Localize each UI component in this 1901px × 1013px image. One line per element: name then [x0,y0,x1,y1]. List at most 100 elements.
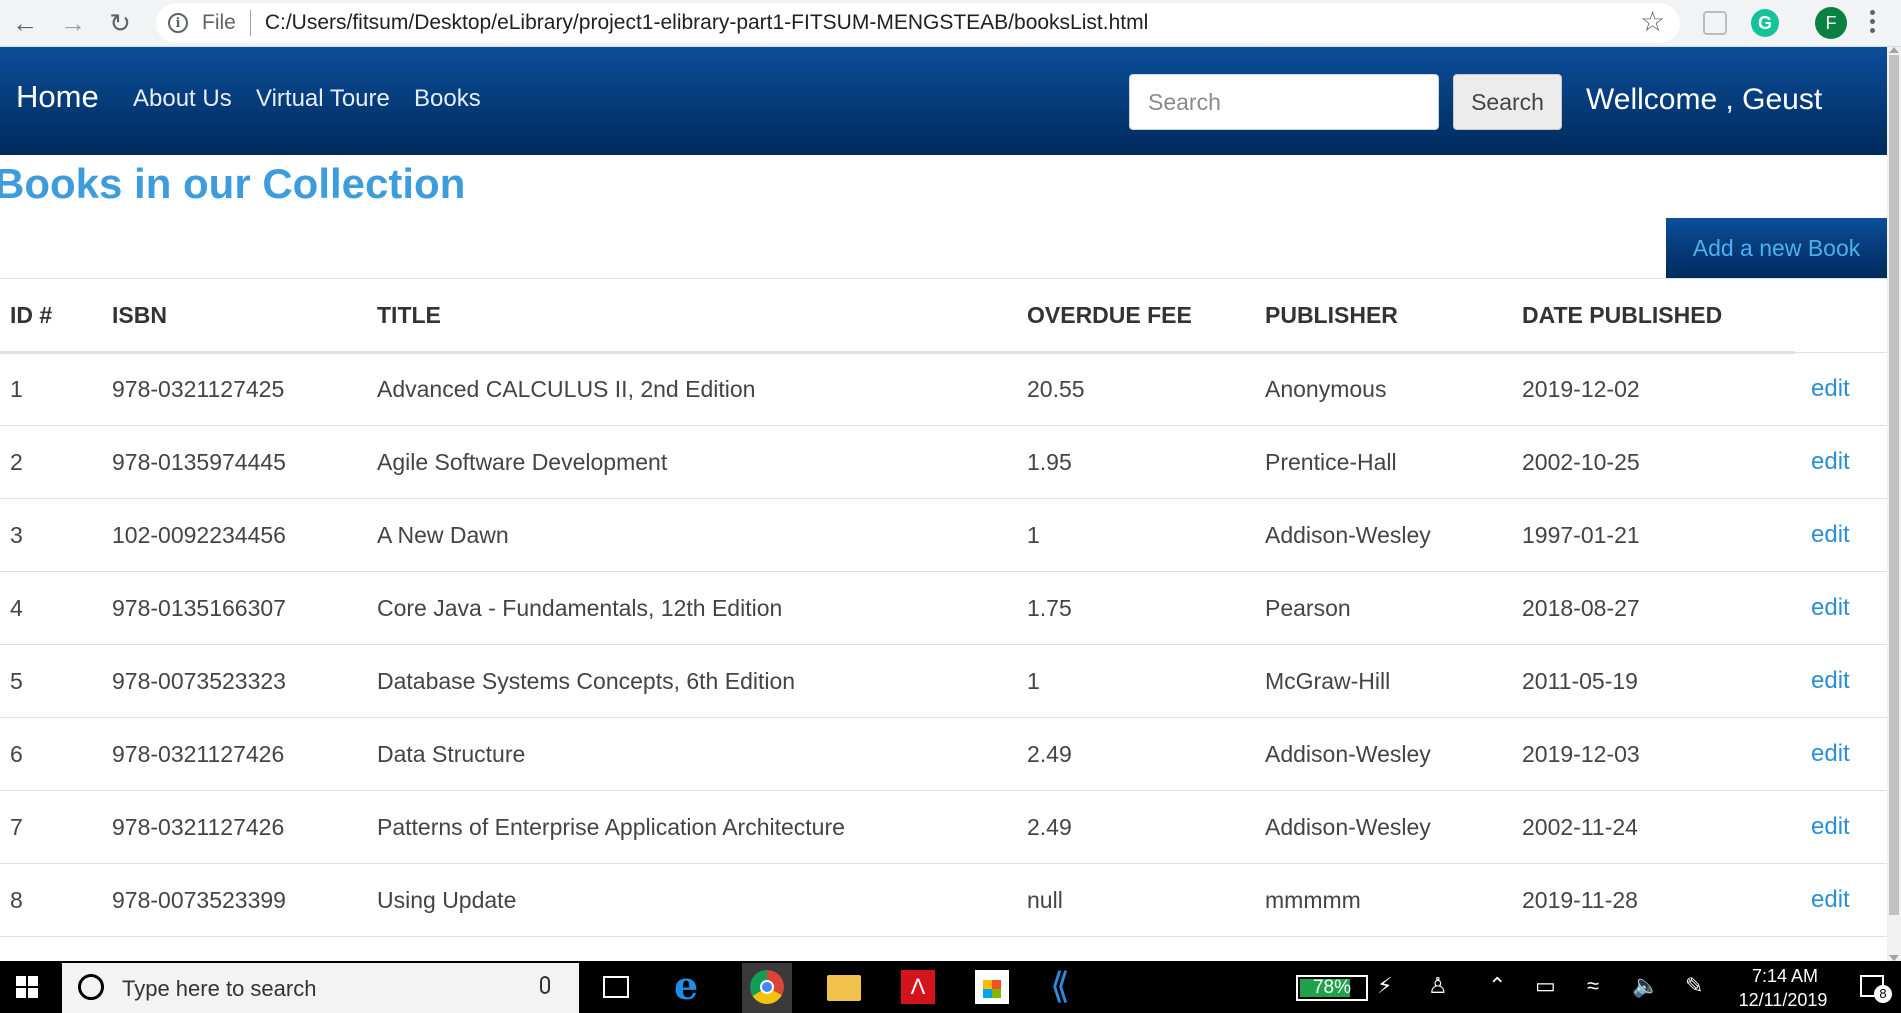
header-id: ID # [0,278,102,354]
nav-books-link[interactable]: Books [414,85,481,113]
info-icon[interactable]: i [168,13,188,33]
battery-tray-icon[interactable]: ▭ [1535,973,1556,999]
cell-publisher: Anonymous [1255,352,1512,426]
cell-isbn: 978-0135166307 [102,571,367,645]
browser-menu-icon[interactable] [1870,10,1876,33]
scheme-label: File [202,11,236,34]
header-overdue-fee: OVERDUE FEE [1017,278,1255,354]
edit-link[interactable]: edit [1811,813,1850,840]
cell-title: Core Java - Fundamentals, 12th Edition [367,571,1017,645]
scroll-up-arrow-icon[interactable] [1889,47,1899,53]
cell-id: 6 [0,717,102,791]
action-center-icon[interactable]: 8 [1860,975,1892,1003]
table-row: 5 978-0073523323 Database Systems Concep… [0,644,1887,718]
cell-action: edit [1795,863,1887,937]
taskbar-search-box[interactable]: Type here to search [62,963,579,1013]
cell-id: 1 [0,352,102,426]
bookmark-star-icon[interactable]: ☆ [1640,5,1665,38]
table-row: 3 102-0092234456 A New Dawn 1 Addison-We… [0,498,1887,572]
search-input[interactable] [1129,74,1439,130]
cell-publisher: Prentice-Hall [1255,425,1512,499]
wifi-icon[interactable]: ≈ [1587,973,1599,999]
page-scrollbar[interactable] [1887,47,1901,961]
cell-isbn: 978-0073523399 [102,863,367,937]
back-arrow-icon[interactable]: ← [8,6,42,40]
cell-overdue-fee: 1.75 [1017,571,1255,645]
cell-action: edit [1795,571,1887,645]
scrollbar-thumb[interactable] [1889,55,1899,915]
power-plug-icon: ⚡ [1377,973,1393,998]
windows-start-icon[interactable] [16,976,38,998]
edit-link[interactable]: edit [1811,740,1850,767]
table-row: 1 978-0321127425 Advanced CALCULUS II, 2… [0,352,1887,426]
task-view-icon[interactable] [603,976,629,998]
edit-link[interactable]: edit [1811,521,1850,548]
cell-action: edit [1795,498,1887,572]
nav-virtual-tour-link[interactable]: Virtual Toure [256,85,390,113]
microphone-icon[interactable] [540,976,550,994]
cell-overdue-fee: 2.49 [1017,717,1255,791]
site-navbar: Home About Us Virtual Toure Books Search… [0,47,1887,155]
clock-date[interactable]: 12/11/2019 [1733,990,1833,1011]
battery-percent: 78% [1312,977,1352,998]
table-row: 4 978-0135166307 Core Java - Fundamental… [0,571,1887,645]
battery-indicator[interactable]: 78% [1296,975,1368,1001]
volume-icon[interactable]: 🔈 [1632,973,1659,999]
cell-title: Patterns of Enterprise Application Archi… [367,790,1017,864]
nav-home-link[interactable]: Home [16,79,99,115]
cell-publisher: Addison-Wesley [1255,717,1512,791]
address-bar[interactable]: i File C:/Users/fitsum/Desktop/eLibrary/… [156,3,1680,43]
cell-publisher: Addison-Wesley [1255,498,1512,572]
add-book-button[interactable]: Add a new Book [1666,218,1887,278]
edit-link[interactable]: edit [1811,375,1850,402]
edit-link[interactable]: edit [1811,594,1850,621]
cell-id: 5 [0,644,102,718]
cell-action: edit [1795,352,1887,426]
cell-overdue-fee: 1 [1017,498,1255,572]
show-hidden-icons-icon[interactable]: ⌃ [1488,973,1506,999]
chrome-browser-icon[interactable] [750,970,784,1004]
table-row: 2 978-0135974445 Agile Software Developm… [0,425,1887,499]
welcome-text: Wellcome , Geust [1586,83,1823,116]
cell-date-published: 2002-10-25 [1512,425,1795,499]
cell-id: 2 [0,425,102,499]
header-action [1795,278,1887,353]
cell-overdue-fee: null [1017,863,1255,937]
file-explorer-icon[interactable] [827,975,861,1001]
browser-toolbar: ← → ↻ i File C:/Users/fitsum/Desktop/eLi… [0,0,1901,47]
edit-link[interactable]: edit [1811,667,1850,694]
cell-date-published: 2019-11-28 [1512,863,1795,937]
address-separator [249,10,251,36]
cell-title: A New Dawn [367,498,1017,572]
cell-title: Data Structure [367,717,1017,791]
cell-publisher: McGraw-Hill [1255,644,1512,718]
microsoft-store-icon[interactable] [975,970,1009,1004]
cell-overdue-fee: 1 [1017,644,1255,718]
pen-workspace-icon[interactable]: ✎ [1685,973,1703,999]
clock-time[interactable]: 7:14 AM [1745,966,1825,987]
grammarly-extension-icon[interactable]: G [1751,9,1779,37]
edge-browser-icon[interactable]: e [674,963,708,1008]
edit-link[interactable]: edit [1811,886,1850,913]
page-title: Books in our Collection [0,160,466,207]
search-button[interactable]: Search [1453,74,1562,130]
reload-icon[interactable]: ↻ [103,6,137,40]
edit-link[interactable]: edit [1811,448,1850,475]
forward-arrow-icon[interactable]: → [56,6,90,40]
pocket-extension-icon[interactable] [1703,11,1727,35]
cell-title: Advanced CALCULUS II, 2nd Edition [367,352,1017,426]
cell-id: 8 [0,863,102,937]
cell-action: edit [1795,717,1887,791]
cell-id: 7 [0,790,102,864]
cell-id: 3 [0,498,102,572]
profile-avatar[interactable]: F [1815,7,1847,39]
taskbar-search-placeholder: Type here to search [122,976,317,1001]
cortana-icon[interactable] [78,974,104,1000]
cell-action: edit [1795,425,1887,499]
nav-about-link[interactable]: About Us [133,85,232,113]
url-text[interactable]: C:/Users/fitsum/Desktop/eLibrary/project… [265,11,1148,35]
acrobat-reader-icon[interactable]: Λ [901,970,935,1004]
vscode-icon[interactable]: ⟪ [1050,965,1084,1006]
people-icon[interactable]: ♙ [1428,973,1448,999]
books-table: ID # ISBN TITLE OVERDUE FEE PUBLISHER DA… [0,278,1887,937]
